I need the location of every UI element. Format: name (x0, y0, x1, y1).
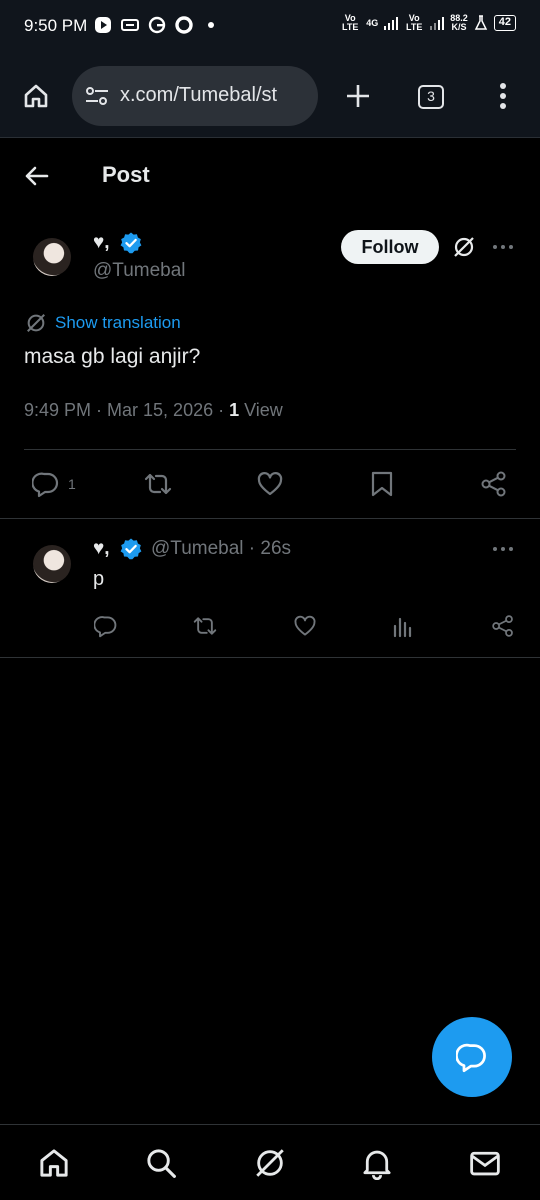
show-translation-link[interactable]: Show translation (55, 313, 181, 333)
repost-icon (144, 473, 172, 495)
nav-notifications[interactable] (359, 1145, 395, 1181)
author-display-name[interactable]: ♥, (93, 232, 110, 254)
reply-icon (32, 472, 59, 498)
card-app-icon (121, 19, 139, 31)
back-button[interactable] (22, 162, 52, 192)
verified-badge-icon (120, 538, 142, 560)
post-header: Post (0, 140, 540, 210)
reply-handle-time[interactable]: @Tumebal · 26s (151, 538, 291, 560)
nav-home[interactable] (36, 1145, 72, 1181)
more-notifications-icon (208, 22, 214, 28)
browser-home-button[interactable] (18, 78, 54, 114)
grok-button[interactable] (452, 235, 478, 261)
reply-more-button[interactable] (492, 537, 516, 561)
battery-indicator: 42 (493, 15, 516, 31)
reply-repost-button[interactable] (192, 614, 218, 638)
share-icon (481, 471, 506, 497)
url-text: x.com/Tumebal/st (120, 84, 278, 106)
circle-app-icon (175, 16, 193, 34)
notification-icons (94, 16, 220, 34)
post-text: masa gb lagi anjir? (24, 345, 201, 368)
compose-reply-button[interactable] (432, 1017, 512, 1097)
reply-icon (94, 616, 117, 638)
grok-icon (454, 237, 474, 257)
envelope-icon (470, 1151, 500, 1176)
reply-count: 1 (68, 476, 76, 492)
home-icon (40, 1149, 68, 1177)
bookmark-button[interactable] (370, 470, 394, 498)
new-tab-button[interactable] (340, 78, 376, 114)
reply-bubble-icon (456, 1043, 486, 1073)
verified-badge-icon (120, 232, 142, 254)
nav-grok[interactable] (252, 1145, 288, 1181)
volte-indicator-1: Vo LTE (342, 13, 359, 32)
translate-grok-icon (27, 314, 45, 332)
heart-icon (294, 615, 316, 636)
reply-button[interactable]: 1 (32, 470, 76, 498)
reply-analytics-button[interactable] (392, 614, 414, 638)
post-timestamp[interactable]: 9:49 PM · Mar 15, 2026 · (24, 400, 229, 420)
divider (0, 657, 540, 658)
reply-like-button[interactable] (293, 614, 317, 638)
divider (0, 518, 540, 519)
bell-icon (363, 1150, 391, 1180)
volte-indicator-2: Vo LTE (406, 13, 423, 32)
arrow-left-icon (25, 166, 49, 186)
post-meta: 9:49 PM · Mar 15, 2026 · 1 View (24, 400, 283, 421)
tab-switcher-button[interactable]: 3 (416, 82, 446, 112)
reply-author-avatar[interactable] (33, 545, 71, 583)
nav-messages[interactable] (467, 1145, 503, 1181)
author-handle[interactable]: @Tumebal (93, 260, 186, 282)
views-count: 1 (229, 400, 240, 420)
follow-button[interactable]: Follow (341, 230, 439, 264)
views-label: View (239, 400, 283, 420)
reply-share-button[interactable] (491, 614, 515, 638)
like-button[interactable] (256, 470, 284, 498)
repost-button[interactable] (143, 470, 173, 498)
more-horizontal-icon (493, 245, 513, 249)
flask-icon (474, 15, 487, 30)
signal-icon (384, 16, 399, 30)
tab-count: 3 (418, 85, 444, 109)
play-app-icon (95, 17, 111, 33)
share-icon (492, 615, 513, 637)
status-time: 9:50 PM (24, 16, 88, 35)
author-avatar[interactable] (33, 238, 71, 276)
network-type-indicator: 4G (366, 17, 379, 28)
repost-icon (193, 617, 217, 635)
system-indicators: Vo LTE 4G Vo LTE 88.2 K/S 42 (340, 14, 516, 32)
analytics-icon (393, 617, 412, 638)
google-icon (148, 16, 166, 34)
heart-icon (257, 472, 283, 496)
page-title: Post (102, 162, 150, 187)
browser-toolbar: x.com/Tumebal/st 3 (0, 56, 540, 138)
more-horizontal-icon (493, 547, 513, 551)
share-button[interactable] (480, 470, 508, 498)
reply-text: p (93, 568, 105, 590)
reply-reply-button[interactable] (94, 614, 118, 638)
home-icon (24, 84, 48, 108)
browser-menu-button[interactable] (490, 78, 516, 114)
post-more-button[interactable] (492, 235, 516, 259)
address-bar[interactable]: x.com/Tumebal/st (72, 66, 318, 126)
search-icon (147, 1149, 176, 1178)
divider (24, 449, 516, 450)
site-settings-icon[interactable] (84, 84, 110, 108)
nav-search[interactable] (143, 1145, 179, 1181)
grok-icon (256, 1149, 284, 1177)
signal-icon-2 (430, 16, 445, 30)
more-vertical-icon (500, 83, 506, 109)
bottom-navigation (0, 1124, 540, 1200)
status-bar: 9:50 PM Vo LTE 4G Vo LTE 88.2 K/S 42 (0, 0, 540, 56)
plus-icon (347, 85, 369, 107)
bookmark-icon (371, 471, 393, 497)
network-speed: 88.2 K/S (450, 13, 468, 32)
reply-author-display-name[interactable]: ♥, (93, 538, 110, 560)
